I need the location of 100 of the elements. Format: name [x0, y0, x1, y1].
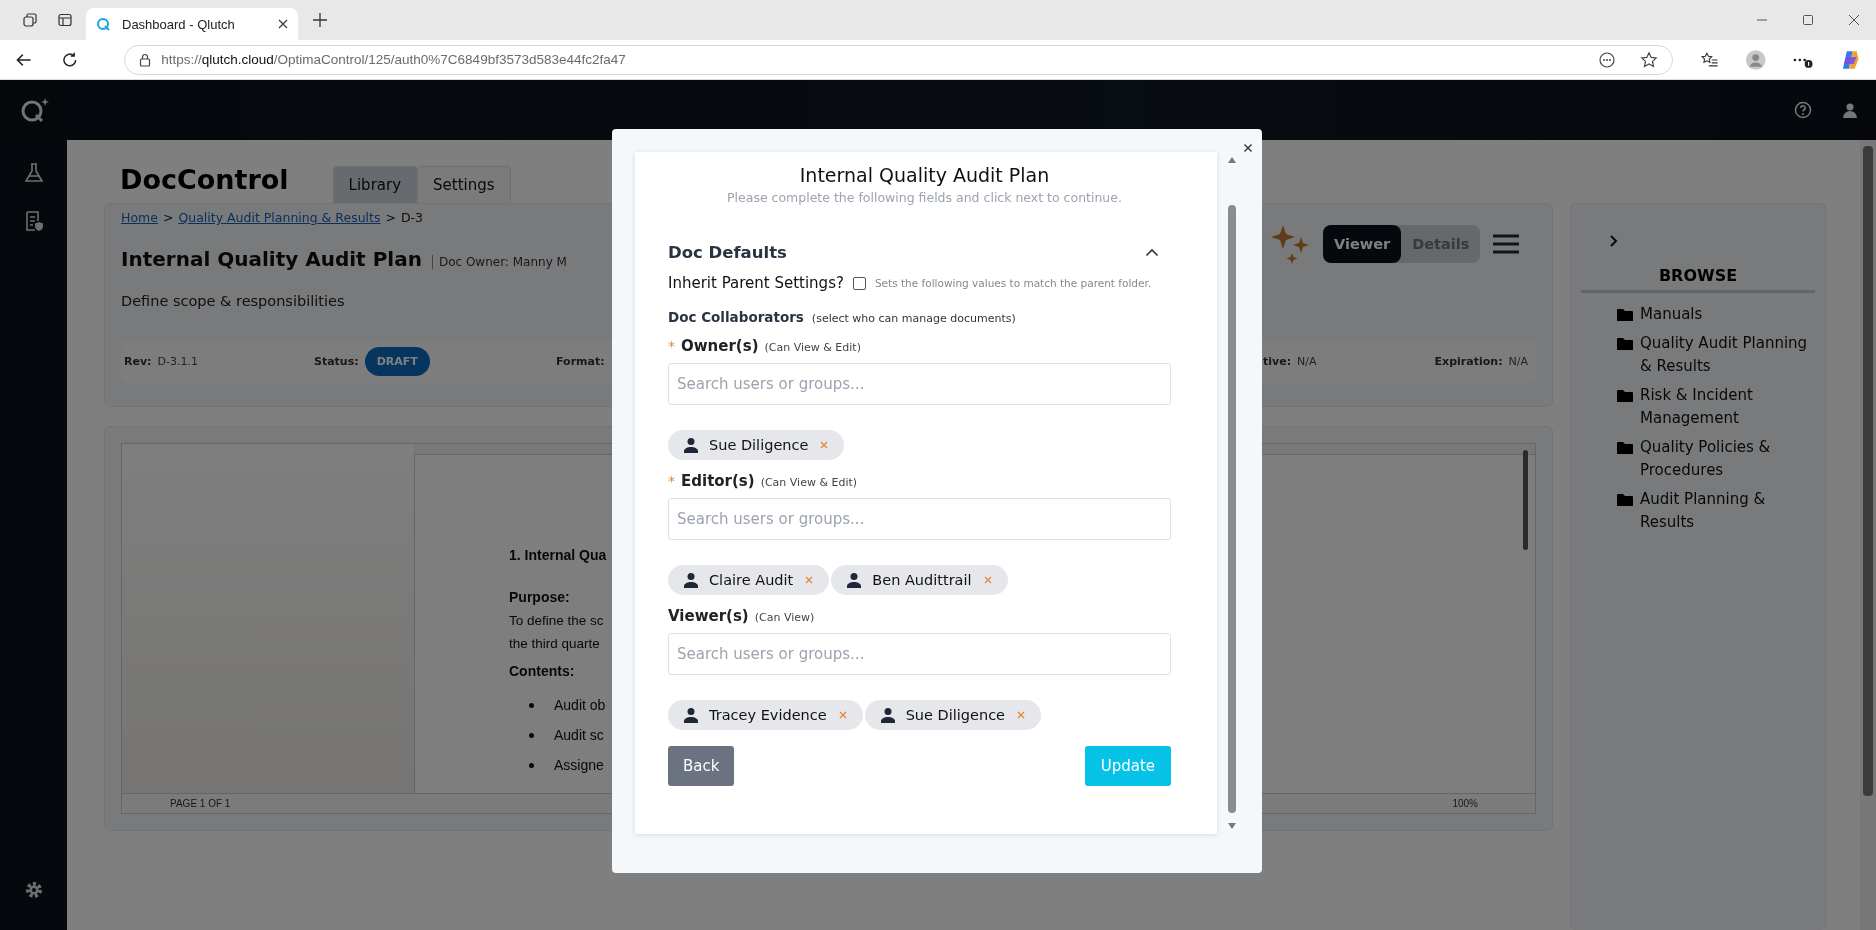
- folder-icon: [1617, 337, 1633, 351]
- person-icon: [683, 572, 699, 588]
- scrollbar-thumb[interactable]: [1523, 450, 1528, 550]
- bullet-icon: [529, 762, 534, 768]
- person-icon: [846, 572, 863, 588]
- member-chip[interactable]: Sue Diligence: [864, 700, 1042, 730]
- meta-value: D-3.1.1: [157, 355, 198, 368]
- inherit-label: Inherit Parent Settings?: [668, 274, 844, 292]
- meta-label: Rev:: [124, 355, 152, 368]
- close-icon[interactable]: [1848, 14, 1860, 26]
- scrollbar-thumb[interactable]: [1228, 205, 1236, 813]
- lock-icon: [139, 52, 152, 67]
- folder-item[interactable]: Quality Policies & Procedures: [1640, 436, 1815, 482]
- flask-icon[interactable]: [22, 162, 45, 184]
- document-text: To define the sc: [509, 612, 604, 630]
- collaborators-note: (select who can manage documents): [811, 312, 1016, 325]
- required-asterisk: *: [668, 338, 675, 354]
- member-chip[interactable]: Tracey Evidence: [668, 700, 863, 730]
- logo-icon[interactable]: [20, 96, 50, 124]
- chevron-right-icon[interactable]: [1609, 234, 1619, 248]
- scroll-up-icon[interactable]: [1228, 157, 1236, 163]
- meta-label: Format:: [556, 355, 605, 368]
- checkbox[interactable]: [852, 276, 866, 290]
- view-toggle-option[interactable]: Viewer: [1323, 225, 1402, 263]
- breadcrumb-separator: >: [385, 210, 396, 225]
- section-title: Doc Defaults: [668, 243, 787, 262]
- profile-icon[interactable]: [1744, 48, 1766, 71]
- workspaces-icon[interactable]: [22, 12, 38, 28]
- search-field[interactable]: Search users or groups...: [668, 363, 1171, 405]
- folder-item[interactable]: Quality Audit Planning & Results: [1640, 332, 1815, 378]
- folder-item[interactable]: Risk & Incident Management: [1640, 384, 1815, 430]
- bullet-icon: [529, 702, 534, 708]
- bullet-icon: [529, 732, 534, 738]
- zoom-level: 100%: [1452, 798, 1478, 809]
- menu-icon[interactable]: [1492, 234, 1521, 254]
- close-icon[interactable]: [278, 19, 288, 29]
- dialog-subtitle: Please complete the following fields and click next to continue.: [726, 190, 1123, 205]
- document-description: Define scope & responsibilities: [121, 293, 346, 309]
- settings-icon[interactable]: [23, 880, 44, 900]
- reader-icon[interactable]: [1597, 50, 1616, 69]
- folder-icon: [1617, 389, 1633, 403]
- app-title: DocControl: [120, 164, 289, 197]
- help-icon[interactable]: [1794, 101, 1812, 119]
- folder-item[interactable]: Audit Planning & Results: [1640, 488, 1815, 534]
- tab[interactable]: Library: [332, 166, 418, 203]
- favorites-icon[interactable]: [1700, 50, 1719, 69]
- breadcrumb-link[interactable]: Home: [121, 210, 158, 225]
- folder-item[interactable]: Manuals: [1640, 303, 1703, 326]
- collaborators-title: Doc Collaborators: [668, 309, 804, 325]
- tab[interactable]: Settings: [417, 166, 511, 203]
- document-text: the third quarte: [509, 635, 600, 653]
- status-badge: DRAFT: [364, 347, 430, 376]
- document-title: Internal Quality Audit Plan: [121, 247, 422, 271]
- tab-actions-icon[interactable]: [57, 12, 73, 28]
- scrollbar-thumb[interactable]: [1863, 146, 1873, 796]
- favicon-icon: [96, 16, 112, 32]
- user-icon[interactable]: [1842, 102, 1858, 118]
- sidebar-title: BROWSE: [1581, 248, 1815, 293]
- browser-tab[interactable]: Dashboard - Qlutch: [86, 8, 298, 40]
- member-chip[interactable]: Sue Diligence: [668, 430, 845, 460]
- role-label: Viewer(s): [668, 607, 749, 625]
- star-icon[interactable]: [1639, 50, 1658, 69]
- role-note: (Can View): [754, 611, 815, 624]
- document-label: Contents:: [509, 663, 575, 679]
- search-field[interactable]: Search users or groups...: [668, 498, 1171, 540]
- document-list-item: Assigne: [554, 757, 604, 773]
- folder-icon: [1617, 493, 1633, 507]
- meta-label: tive:: [1263, 355, 1292, 368]
- close-icon[interactable]: [1243, 143, 1253, 153]
- breadcrumb-link[interactable]: Quality Audit Planning & Results: [178, 210, 381, 225]
- meta-label: Status:: [314, 355, 359, 368]
- search-field[interactable]: Search users or groups...: [668, 633, 1171, 675]
- member-chip[interactable]: Claire Audit: [668, 565, 830, 595]
- role-note: (Can View & Edit): [760, 476, 858, 489]
- document-list-item: Audit sc: [554, 727, 604, 743]
- person-icon: [879, 707, 896, 723]
- document-owner: Doc Owner: Manny M: [431, 255, 567, 269]
- document-list-item: Audit ob: [554, 697, 606, 713]
- role-label: Owner(s): [681, 337, 759, 355]
- folder-icon: [1617, 308, 1633, 322]
- meta-value: N/A: [1297, 355, 1317, 368]
- page-indicator: PAGE 1 OF 1: [170, 798, 231, 809]
- inherit-hint: Sets the following values to match the parent folder.: [874, 277, 1152, 289]
- new-tab-icon[interactable]: [312, 12, 328, 28]
- breadcrumb-current: D-3: [400, 210, 424, 225]
- role-label: Editor(s): [681, 472, 755, 490]
- role-note: (Can View & Edit): [764, 341, 861, 354]
- chevron-up-icon[interactable]: [1145, 248, 1159, 257]
- refresh-icon[interactable]: [60, 50, 79, 69]
- meta-label: Expiration:: [1434, 355, 1503, 368]
- person-icon: [683, 707, 699, 723]
- document-heading: 1. Internal Qua: [509, 547, 607, 563]
- document-label: Purpose:: [509, 589, 570, 605]
- scroll-down-icon[interactable]: [1228, 823, 1236, 829]
- required-asterisk: *: [668, 473, 675, 489]
- maximize-icon[interactable]: [1802, 14, 1814, 26]
- url-text: https://qlutch.cloud/OptimaControl/125/auth0%7C6849bf3573d583e44fc2fa47: [161, 52, 626, 67]
- member-chip[interactable]: Ben Audittrail: [831, 565, 1008, 595]
- breadcrumb-separator: >: [162, 210, 174, 225]
- back-button[interactable]: Back: [668, 746, 735, 786]
